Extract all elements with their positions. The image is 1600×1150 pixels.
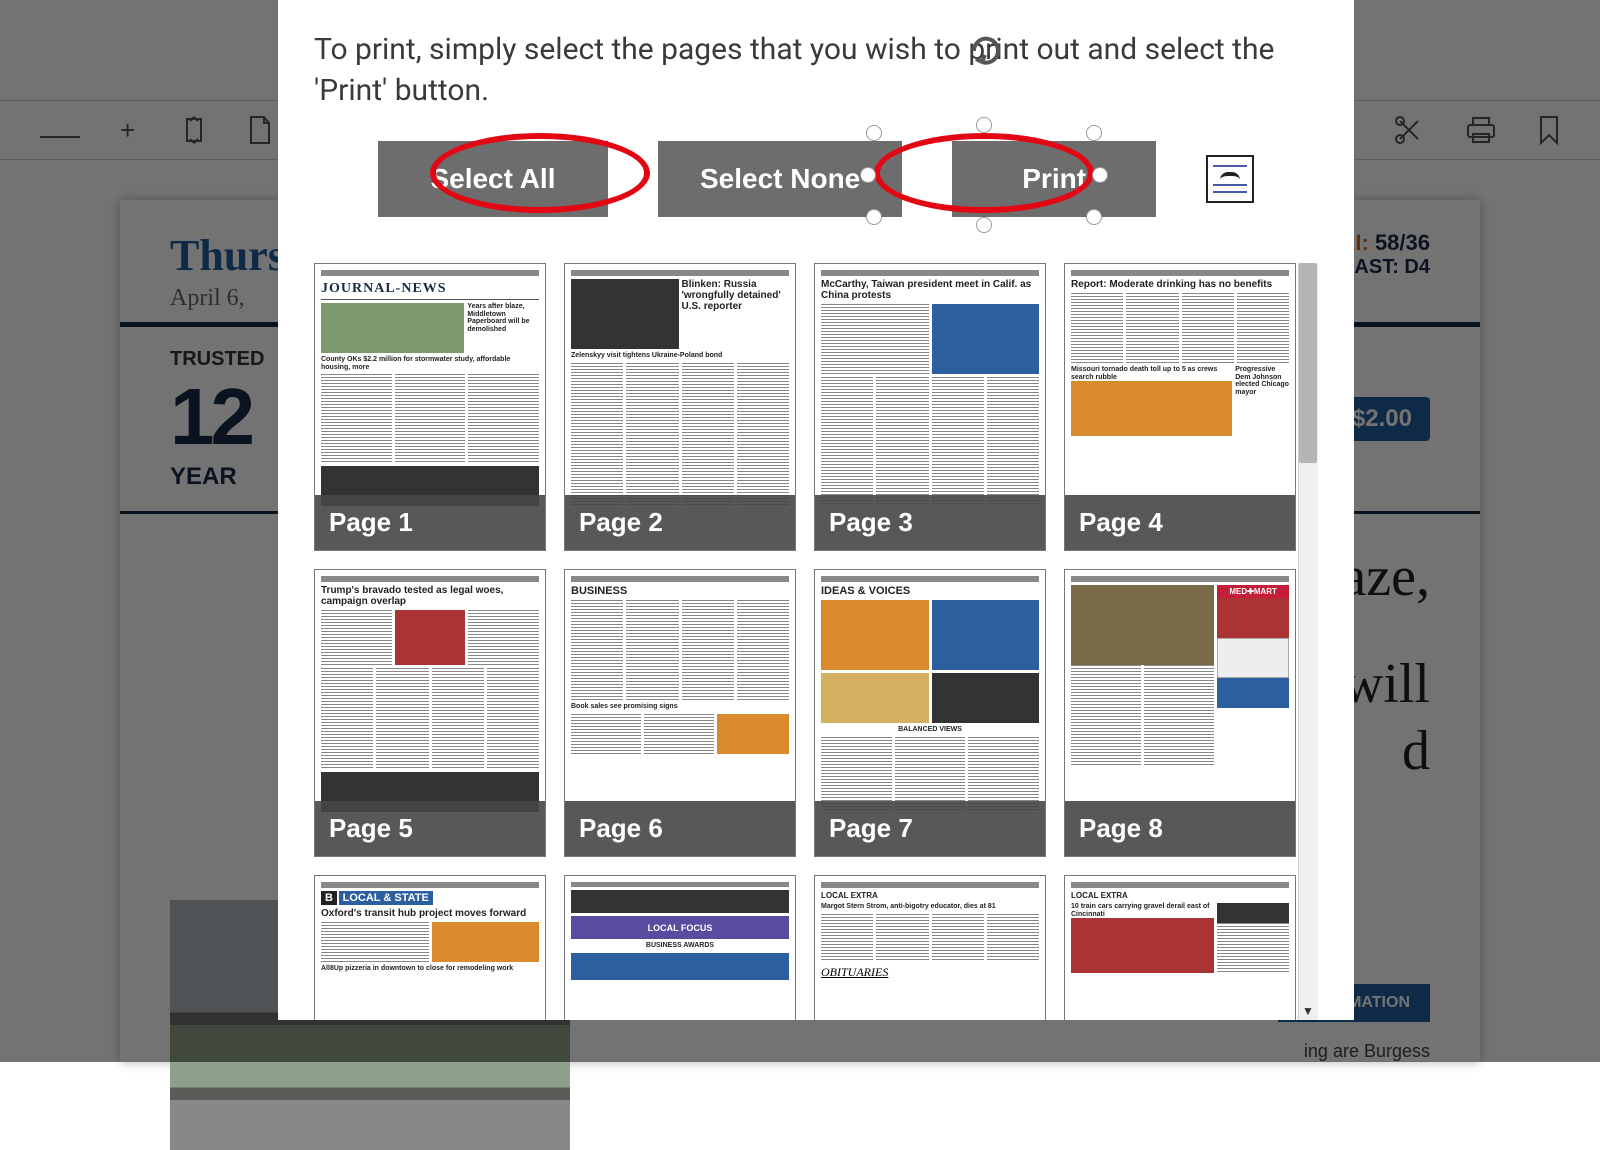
thumb-headline: Years after blaze, Middletown Paperboard…: [467, 303, 539, 334]
thumb-section: BUSINESS: [571, 585, 789, 597]
page-thumbnail[interactable]: LOCAL FOCUS BUSINESS AWARDS: [564, 875, 796, 1020]
print-modal-button-row: Select All Select None Print: [314, 141, 1318, 217]
selection-handle[interactable]: [1086, 125, 1102, 141]
thumb-headline: Missouri tornado death toll up to 5 as c…: [1071, 366, 1232, 381]
thumb-headline: BALANCED VIEWS: [821, 726, 1039, 734]
page-thumbnail[interactable]: McCarthy, Taiwan president meet in Calif…: [814, 263, 1046, 551]
page-thumbnail[interactable]: IDEAS & VOICES BALANCED VIEWS Page 7: [814, 569, 1046, 857]
thumb-headline: Report: Moderate drinking has no benefit…: [1071, 279, 1289, 290]
page-thumbnail[interactable]: MED✚MART Page 8: [1064, 569, 1296, 857]
thumb-headline: Trump's bravado tested as legal woes, ca…: [321, 585, 539, 607]
thumb-section: LOCAL FOCUS: [571, 916, 789, 939]
thumb-label: Page 7: [815, 801, 1045, 856]
thumb-headline: Zelenskyy visit tightens Ukraine-Poland …: [571, 352, 789, 360]
thumb-label: Page 3: [815, 495, 1045, 550]
thumb-label: Page 1: [315, 495, 545, 550]
thumb-headline: County OKs $2.2 million for stormwater s…: [321, 356, 539, 371]
page-thumbnail[interactable]: B LOCAL & STATE Oxford's transit hub pro…: [314, 875, 546, 1020]
thumb-label: Page 2: [565, 495, 795, 550]
selection-handle[interactable]: [1086, 209, 1102, 225]
thumb-section: LOCAL EXTRA: [1071, 891, 1289, 900]
scrollbar-thumb[interactable]: [1299, 263, 1317, 463]
rotate-handle-icon[interactable]: [968, 33, 1004, 69]
scroll-down-icon[interactable]: ▼: [1301, 1004, 1315, 1018]
selection-handle[interactable]: [866, 125, 882, 141]
page-thumbnail[interactable]: LOCAL EXTRA 10 train cars carrying grave…: [1064, 875, 1296, 1020]
thumb-obituaries: OBITUARIES: [821, 965, 1039, 980]
page-thumbnail-area: JOURNAL-NEWS Years after blaze, Middleto…: [314, 263, 1318, 1020]
thumb-headline: All8Up pizzeria in downtown to close for…: [321, 965, 539, 973]
thumb-ad-brand: MED✚MART: [1217, 585, 1289, 598]
thumb-label: Page 4: [1065, 495, 1295, 550]
thumb-headline: Blinken: Russia 'wrongfully detained' U.…: [682, 279, 790, 312]
thumb-headline: McCarthy, Taiwan president meet in Calif…: [821, 279, 1039, 301]
thumbnail-scrollbar[interactable]: ▲ ▼: [1298, 263, 1318, 1020]
thumb-headline: 10 train cars carrying gravel derail eas…: [1071, 903, 1214, 918]
thumb-headline: Oxford's transit hub project moves forwa…: [321, 908, 539, 919]
page-thumbnail[interactable]: Trump's bravado tested as legal woes, ca…: [314, 569, 546, 857]
thumb-section: LOCAL & STATE: [339, 891, 433, 905]
thumb-headline: Progressive Dem Johnson elected Chicago …: [1235, 366, 1289, 397]
print-modal-instructions: To print, simply select the pages that y…: [314, 30, 1318, 111]
selection-handle[interactable]: [976, 117, 992, 133]
page-thumbnail[interactable]: LOCAL EXTRA Margot Stern Strom, anti-big…: [814, 875, 1046, 1020]
thumb-section: LOCAL EXTRA: [821, 891, 1039, 900]
thumb-section-prefix: B: [321, 891, 337, 905]
selection-handle[interactable]: [976, 217, 992, 233]
thumb-label: Page 8: [1065, 801, 1295, 856]
selection-handle[interactable]: [860, 167, 876, 183]
thumb-masthead: JOURNAL-NEWS: [321, 279, 539, 300]
thumb-headline: Book sales see promising signs: [571, 703, 789, 711]
selection-handle[interactable]: [866, 209, 882, 225]
selection-handle[interactable]: [1092, 167, 1108, 183]
page-thumbnail[interactable]: Blinken: Russia 'wrongfully detained' U.…: [564, 263, 796, 551]
thumb-label: Page 6: [565, 801, 795, 856]
print-button[interactable]: Print: [952, 141, 1156, 217]
thumb-headline: Margot Stern Strom, anti-bigotry educato…: [821, 903, 1039, 911]
thumb-section: IDEAS & VOICES: [821, 585, 1039, 597]
thumb-label: Page 5: [315, 801, 545, 856]
page-thumbnail[interactable]: Report: Moderate drinking has no benefit…: [1064, 263, 1296, 551]
print-style-icon[interactable]: [1206, 155, 1254, 203]
page-thumbnail[interactable]: JOURNAL-NEWS Years after blaze, Middleto…: [314, 263, 546, 551]
print-modal: To print, simply select the pages that y…: [278, 0, 1354, 1020]
page-thumbnail-grid: JOURNAL-NEWS Years after blaze, Middleto…: [314, 263, 1296, 1020]
page-thumbnail[interactable]: BUSINESS Book sales see promising signs …: [564, 569, 796, 857]
thumb-headline: BUSINESS AWARDS: [571, 942, 789, 950]
select-all-button[interactable]: Select All: [378, 141, 608, 217]
